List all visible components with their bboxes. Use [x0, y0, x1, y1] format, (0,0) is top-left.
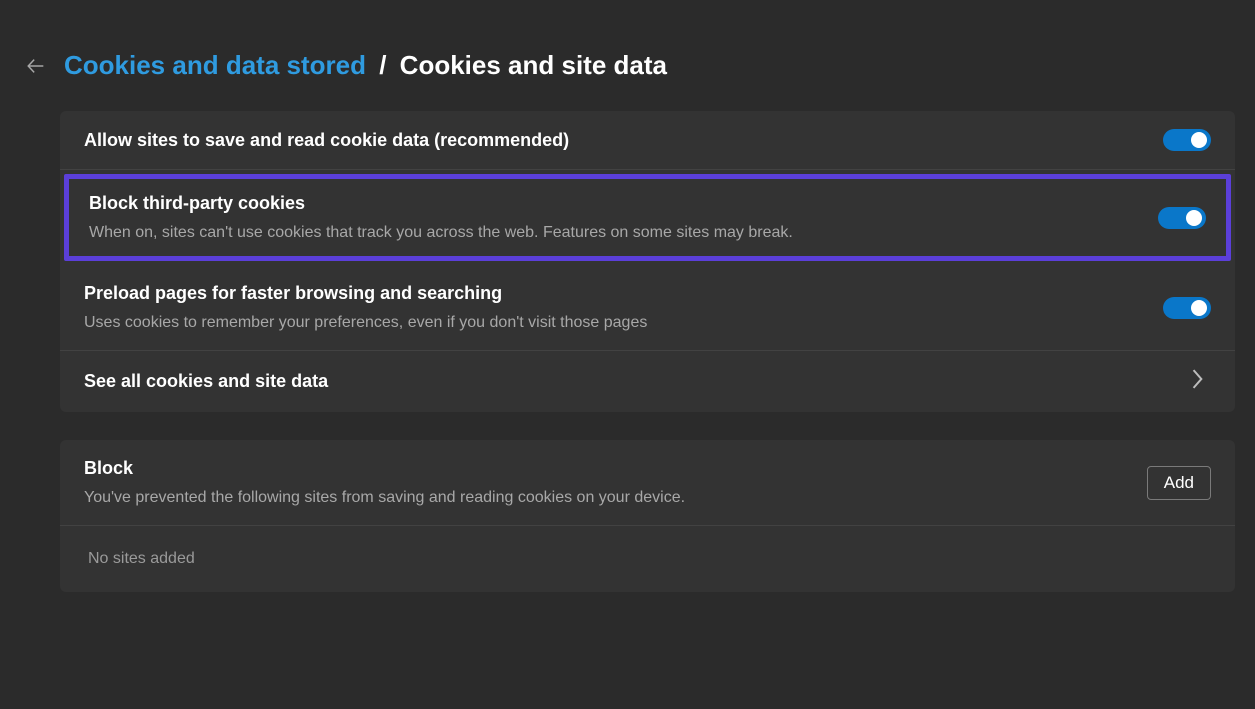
- block-description: You've prevented the following sites fro…: [84, 489, 1147, 507]
- back-arrow-icon[interactable]: [24, 54, 48, 78]
- setting-title: Preload pages for faster browsing and se…: [84, 283, 1163, 304]
- setting-description: Uses cookies to remember your preference…: [84, 314, 1163, 332]
- breadcrumb-separator: /: [373, 50, 392, 80]
- block-panel: Block You've prevented the following sit…: [60, 440, 1235, 592]
- breadcrumb: Cookies and data stored / Cookies and si…: [64, 50, 667, 81]
- see-all-cookies-row[interactable]: See all cookies and site data: [60, 351, 1235, 412]
- see-all-title: See all cookies and site data: [84, 371, 1191, 392]
- settings-panel: Allow sites to save and read cookie data…: [60, 111, 1235, 412]
- toggle-allow-cookie-data[interactable]: [1163, 129, 1211, 151]
- setting-title: Allow sites to save and read cookie data…: [84, 130, 1163, 151]
- block-header-row: Block You've prevented the following sit…: [60, 440, 1235, 526]
- chevron-right-icon: [1191, 369, 1211, 394]
- block-empty-state: No sites added: [60, 526, 1235, 592]
- block-title: Block: [84, 458, 1147, 479]
- setting-allow-cookie-data: Allow sites to save and read cookie data…: [60, 111, 1235, 170]
- toggle-preload-pages[interactable]: [1163, 297, 1211, 319]
- add-button[interactable]: Add: [1147, 466, 1211, 500]
- breadcrumb-row: Cookies and data stored / Cookies and si…: [20, 50, 1235, 81]
- breadcrumb-parent[interactable]: Cookies and data stored: [64, 50, 366, 80]
- setting-title: Block third-party cookies: [89, 193, 1158, 214]
- setting-preload-pages: Preload pages for faster browsing and se…: [60, 265, 1235, 351]
- setting-description: When on, sites can't use cookies that tr…: [89, 224, 1158, 242]
- breadcrumb-current: Cookies and site data: [400, 50, 667, 80]
- setting-block-third-party: Block third-party cookies When on, sites…: [64, 174, 1231, 261]
- toggle-block-third-party[interactable]: [1158, 207, 1206, 229]
